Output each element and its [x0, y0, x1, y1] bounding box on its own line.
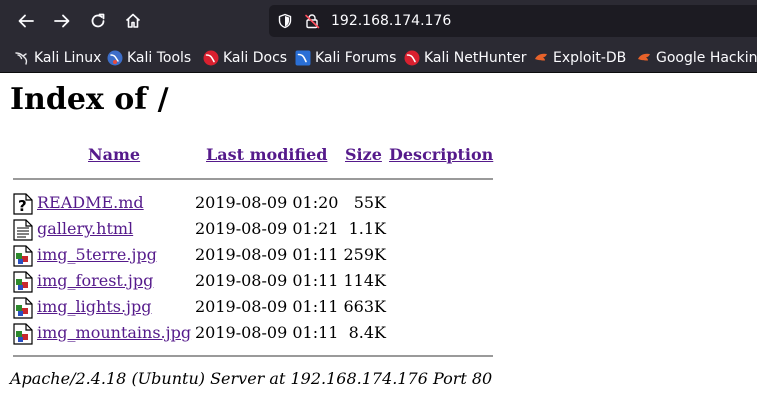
bookmark-kali-nethunter[interactable]: Kali NetHunter — [404, 43, 526, 72]
kali-dragon-icon — [15, 51, 28, 65]
image-file-icon — [13, 323, 33, 345]
file-link[interactable]: img_forest.jpg — [37, 271, 153, 291]
file-modified: 2019-08-09 01:11 — [195, 245, 339, 264]
insecure-lock-icon[interactable] — [304, 13, 320, 29]
reload-button[interactable] — [85, 8, 111, 34]
file-link[interactable]: gallery.html — [37, 219, 133, 239]
file-link[interactable]: img_mountains.jpg — [37, 323, 191, 343]
bookmark-kali-tools[interactable]: Kali Tools — [107, 43, 191, 72]
column-header-last-modified[interactable]: Last modified — [206, 145, 327, 165]
table-row: img_mountains.jpg 2019-08-09 01:11 8.4K — [0, 320, 757, 346]
back-button[interactable] — [13, 8, 39, 34]
url-bar[interactable]: 192.168.174.176 — [269, 5, 757, 37]
bookmarks-bar: Kali Linux Kali Tools Kali Docs Kali For… — [0, 43, 757, 73]
home-button[interactable] — [120, 8, 146, 34]
table-row: img_lights.jpg 2019-08-09 01:11 663K — [0, 294, 757, 320]
page-title: Index of / — [10, 82, 169, 117]
file-link[interactable]: img_lights.jpg — [37, 297, 151, 317]
directory-listing-page: Index of / Name Last modified Size Descr… — [0, 73, 757, 414]
forward-button[interactable] — [49, 8, 75, 34]
header-divider — [13, 178, 493, 180]
bookmark-kali-linux[interactable]: Kali Linux — [14, 43, 101, 72]
unknown-file-icon: ? — [13, 193, 33, 215]
file-modified: 2019-08-09 01:21 — [195, 219, 339, 238]
column-header-name[interactable]: Name — [88, 145, 140, 165]
file-link[interactable]: img_5terre.jpg — [37, 245, 157, 265]
exploit-db-icon — [535, 53, 547, 60]
shield-icon[interactable] — [277, 13, 293, 29]
file-link[interactable]: README.md — [37, 193, 144, 213]
bookmark-google-hacking[interactable]: Google Hacking — [636, 43, 757, 72]
reload-icon — [91, 13, 105, 28]
column-header-description[interactable]: Description — [389, 145, 493, 165]
kali-forums-icon — [295, 50, 311, 65]
file-size: 259K — [343, 245, 387, 264]
file-size: 114K — [343, 271, 387, 290]
arrow-right-icon — [54, 14, 70, 28]
server-signature: Apache/2.4.18 (Ubuntu) Server at 192.168… — [10, 369, 493, 388]
browser-toolbar: 192.168.174.176 — [0, 0, 757, 43]
svg-text:?: ? — [18, 197, 27, 215]
column-header-size[interactable]: Size — [345, 145, 382, 165]
file-size: 55K — [353, 193, 386, 212]
arrow-left-icon — [18, 14, 34, 28]
bookmark-label: Kali Tools — [127, 49, 192, 66]
bookmark-kali-forums[interactable]: Kali Forums — [295, 43, 396, 72]
kali-tools-icon — [107, 50, 123, 65]
bookmark-label: Kali Docs — [223, 49, 288, 66]
bookmark-kali-docs[interactable]: Kali Docs — [203, 43, 287, 72]
google-hacking-icon — [638, 53, 650, 60]
image-file-icon — [13, 297, 33, 319]
bookmark-label: Kali Forums — [315, 49, 397, 66]
bookmark-label: Exploit-DB — [553, 49, 627, 66]
image-file-icon — [13, 245, 33, 267]
table-row: img_forest.jpg 2019-08-09 01:11 114K — [0, 268, 757, 294]
file-modified: 2019-08-09 01:11 — [195, 271, 339, 290]
image-file-icon — [13, 271, 33, 293]
file-modified: 2019-08-09 01:11 — [195, 323, 339, 342]
kali-nethunter-icon — [404, 50, 420, 65]
file-size: 8.4K — [348, 323, 386, 342]
text-file-icon — [13, 219, 33, 241]
footer-divider — [13, 355, 493, 357]
table-row: img_5terre.jpg 2019-08-09 01:11 259K — [0, 242, 757, 268]
kali-docs-icon — [203, 50, 219, 65]
file-size: 1.1K — [348, 219, 386, 238]
bookmark-label: Google Hacking — [656, 49, 757, 66]
file-modified: 2019-08-09 01:20 — [195, 193, 339, 212]
file-modified: 2019-08-09 01:11 — [195, 297, 339, 316]
bookmark-label: Kali NetHunter — [424, 49, 527, 66]
home-icon — [125, 13, 141, 28]
file-size: 663K — [343, 297, 387, 316]
table-row: gallery.html 2019-08-09 01:21 1.1K — [0, 216, 757, 242]
table-row: ? README.md 2019-08-09 01:20 55K — [0, 190, 757, 216]
bookmark-exploit-db[interactable]: Exploit-DB — [533, 43, 626, 72]
bookmark-label: Kali Linux — [34, 49, 102, 66]
url-text[interactable]: 192.168.174.176 — [331, 11, 451, 31]
